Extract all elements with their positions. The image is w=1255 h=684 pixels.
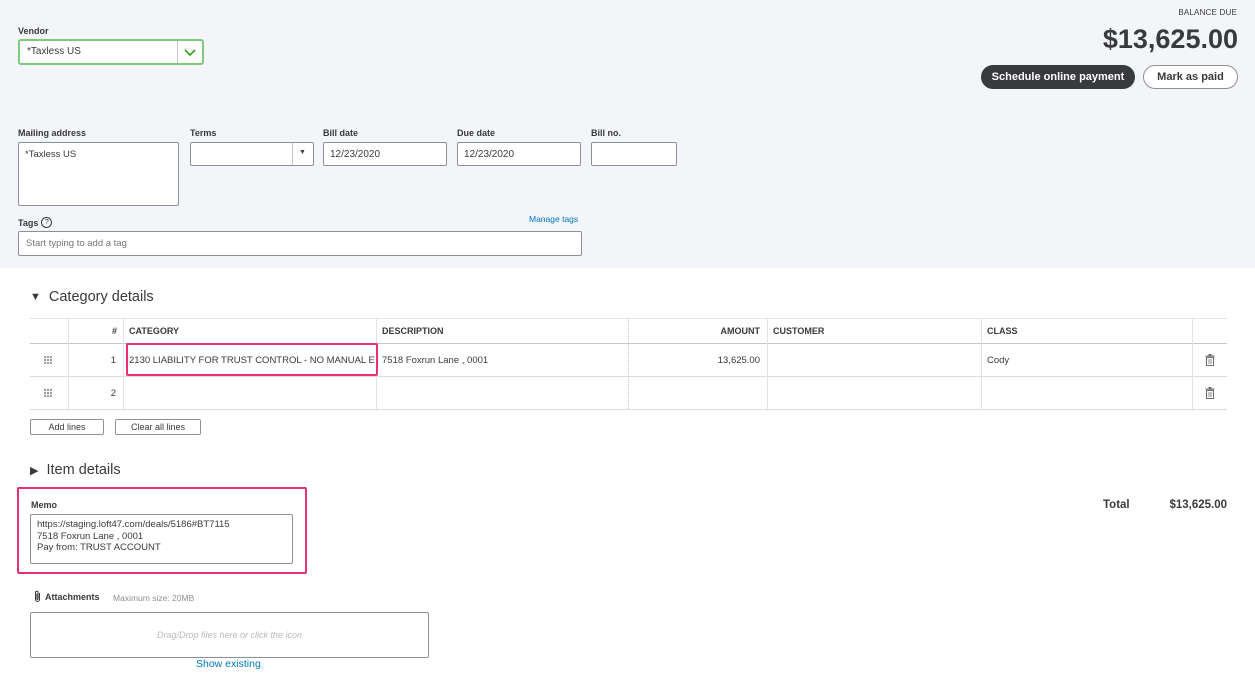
drag-handle-icon[interactable] (44, 389, 52, 397)
caret-down-icon[interactable]: ▼ (299, 149, 306, 156)
row-1-customer[interactable] (773, 344, 973, 376)
help-icon[interactable]: ? (41, 217, 53, 228)
row-1-description[interactable]: 7518 Foxrun Lane , 0001 (382, 344, 622, 376)
dropzone-hint: Drag/Drop files here or click the icon (156, 630, 303, 640)
tags-label: Tags (18, 217, 39, 228)
triangle-right-icon: ▶ (30, 464, 39, 477)
due-date-input[interactable]: 12/23/2020 (457, 142, 581, 166)
trash-icon[interactable] (1205, 387, 1215, 399)
table-row-line-2 (30, 409, 1227, 410)
row-2-customer[interactable] (773, 377, 973, 409)
col-divider-customer (981, 318, 982, 409)
item-details-toggle[interactable]: ▶ Item details (30, 462, 121, 478)
vendor-divider (177, 41, 178, 63)
mark-as-paid-button[interactable]: Mark as paid (1143, 65, 1238, 89)
balance-due-label: BALANCE DUE (1178, 8, 1237, 17)
tags-input[interactable] (18, 231, 582, 256)
show-existing-link[interactable]: Show existing (196, 658, 261, 670)
manage-tags-link[interactable]: Manage tags (529, 214, 578, 224)
header-amount: AMOUNT (720, 326, 761, 336)
row-1-amount[interactable]: 13,625.00 (628, 344, 760, 376)
col-divider-num (123, 318, 124, 409)
memo-textarea[interactable]: https://staging.loft47.com/deals/5186#BT… (30, 514, 293, 564)
attachments-label: Attachments (45, 591, 100, 602)
total-label: Total (1103, 499, 1130, 511)
row-1-class[interactable]: Cody (987, 344, 1187, 376)
header-num: # (111, 326, 117, 336)
terms-divider (292, 143, 293, 165)
schedule-online-payment-button[interactable]: Schedule online payment (981, 65, 1135, 89)
tags-label-group: Tags ? (18, 217, 53, 228)
header-category: CATEGORY (129, 326, 180, 336)
row-2-num: 2 (110, 387, 116, 399)
drag-handle-icon[interactable] (44, 356, 52, 364)
attachments-header: Attachments (33, 590, 100, 603)
header-class: CLASS (987, 326, 1018, 336)
row-2-description[interactable] (382, 377, 622, 409)
clear-all-lines-button[interactable]: Clear all lines (115, 419, 201, 435)
paperclip-icon (35, 590, 40, 602)
vendor-label: Vendor (18, 26, 49, 36)
row-2-category[interactable] (129, 377, 375, 409)
memo-label: Memo (31, 500, 58, 510)
vendor-select[interactable]: *Taxless US (18, 39, 204, 65)
col-divider-class (1192, 318, 1193, 409)
category-highlight-box (126, 343, 378, 376)
item-details-title: Item details (46, 462, 121, 478)
category-details-toggle[interactable]: ▼ Category details (30, 289, 154, 305)
row-2-class[interactable] (987, 377, 1187, 409)
memo-line-1: https://staging.loft47.com/deals/5186#BT… (37, 519, 230, 530)
memo-line-2: 7518 Foxrun Lane , 0001 (37, 530, 144, 542)
terms-label: Terms (190, 128, 217, 138)
col-divider-amount (767, 318, 768, 409)
bill-date-label: Bill date (323, 128, 359, 138)
terms-select[interactable]: ▼ (190, 142, 314, 166)
due-date-label: Due date (457, 128, 496, 138)
vendor-value: *Taxless US (27, 46, 81, 57)
header-customer: CUSTOMER (773, 326, 825, 336)
chevron-down-icon[interactable] (184, 48, 196, 57)
bill-date-input[interactable]: 12/23/2020 (323, 142, 447, 166)
category-details-title: Category details (48, 289, 154, 305)
row-1-num: 1 (110, 354, 116, 366)
memo-line-3: Pay from: TRUST ACCOUNT (37, 542, 161, 553)
balance-due-amount: $13,625.00 (1102, 24, 1238, 54)
header-description: DESCRIPTION (382, 326, 444, 336)
mailing-address-label: Mailing address (18, 128, 87, 138)
trash-icon[interactable] (1205, 354, 1215, 366)
add-lines-button[interactable]: Add lines (30, 419, 104, 435)
triangle-down-icon: ▼ (30, 291, 41, 303)
row-2-amount[interactable] (628, 377, 760, 409)
mailing-address-field[interactable]: *Taxless US (18, 142, 179, 206)
bill-no-label: Bill no. (591, 128, 621, 138)
total-amount: $13,625.00 (1169, 499, 1227, 511)
max-size-text: Maximum size: 20MB (113, 593, 195, 603)
attachments-dropzone[interactable]: Drag/Drop files here or click the icon (30, 612, 429, 658)
bill-no-input[interactable] (591, 142, 677, 166)
